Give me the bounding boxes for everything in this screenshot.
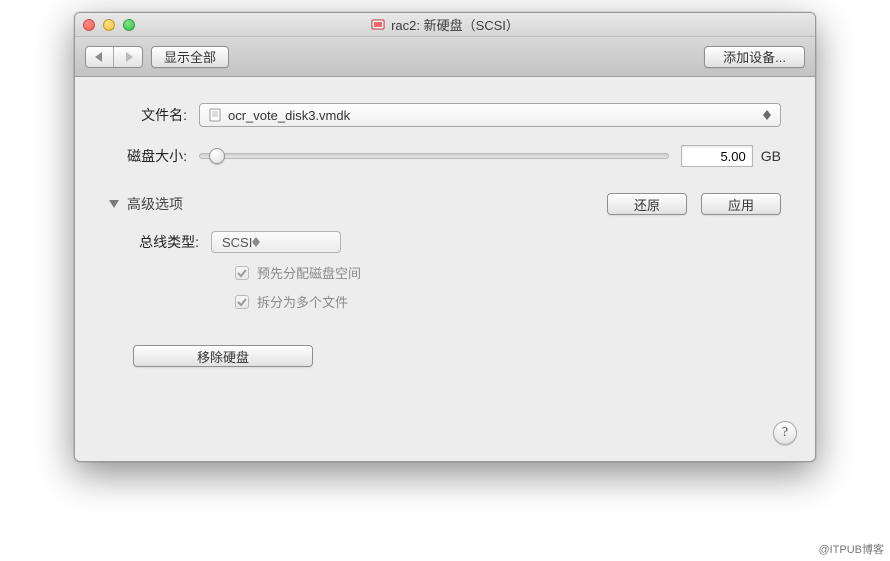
zoom-window-button[interactable] — [123, 19, 135, 31]
window-title: rac2: 新硬盘（SCSI） — [391, 15, 519, 34]
vm-icon — [371, 18, 385, 32]
remove-disk-button[interactable]: 移除硬盘 — [133, 345, 313, 367]
filename-dropdown[interactable]: ocr_vote_disk3.vmdk — [199, 103, 781, 127]
advanced-header: 高级选项 还原 应用 — [109, 193, 781, 215]
remove-disk-label: 移除硬盘 — [197, 347, 249, 366]
apply-label: 应用 — [728, 195, 754, 214]
preallocate-row: 预先分配磁盘空间 — [235, 263, 781, 282]
disk-size-row: 磁盘大小: GB — [109, 145, 781, 167]
watermark: @ITPUB博客 — [818, 541, 884, 557]
preallocate-checkbox[interactable] — [235, 266, 249, 280]
disk-size-label: 磁盘大小: — [109, 146, 199, 166]
show-all-label: 显示全部 — [164, 47, 216, 66]
apply-button[interactable]: 应用 — [701, 193, 781, 215]
show-all-button[interactable]: 显示全部 — [151, 46, 229, 68]
forward-button[interactable] — [114, 47, 142, 67]
filename-row: 文件名: ocr_vote_disk3.vmdk — [109, 103, 781, 127]
updown-icon — [760, 106, 774, 124]
help-label: ? — [782, 425, 788, 441]
remove-row: 移除硬盘 — [109, 345, 781, 367]
split-checkbox[interactable] — [235, 295, 249, 309]
disclosure-triangle-icon[interactable] — [109, 200, 119, 208]
disk-size-unit: GB — [761, 148, 781, 164]
bus-type-value: SCSI — [222, 235, 252, 250]
help-button[interactable]: ? — [773, 421, 797, 445]
restore-button[interactable]: 还原 — [607, 193, 687, 215]
slider-thumb[interactable] — [209, 148, 225, 164]
close-window-button[interactable] — [83, 19, 95, 31]
nav-segment — [85, 46, 143, 68]
updown-icon — [252, 237, 260, 247]
disk-size-slider[interactable] — [199, 153, 669, 159]
minimize-window-button[interactable] — [103, 19, 115, 31]
advanced-body: 总线类型: SCSI 预先分配磁盘空间 拆 — [109, 231, 781, 311]
add-device-label: 添加设备... — [723, 47, 786, 66]
advanced-title: 高级选项 — [127, 194, 183, 214]
settings-window: rac2: 新硬盘（SCSI） 显示全部 添加设备... 文件名: — [74, 12, 816, 462]
bus-type-select[interactable]: SCSI — [211, 231, 341, 253]
add-device-button[interactable]: 添加设备... — [704, 46, 805, 68]
toolbar: 显示全部 添加设备... — [75, 37, 815, 77]
split-label: 拆分为多个文件 — [257, 292, 348, 311]
disk-size-input[interactable] — [681, 145, 753, 167]
titlebar: rac2: 新硬盘（SCSI） — [75, 13, 815, 37]
file-icon — [208, 108, 222, 122]
bus-type-label: 总线类型: — [133, 232, 211, 252]
restore-label: 还原 — [634, 195, 660, 214]
back-button[interactable] — [86, 47, 114, 67]
window-controls — [83, 19, 135, 31]
split-row: 拆分为多个文件 — [235, 292, 781, 311]
filename-label: 文件名: — [109, 105, 199, 125]
content-area: 文件名: ocr_vote_disk3.vmdk — [75, 77, 815, 461]
filename-value: ocr_vote_disk3.vmdk — [228, 108, 350, 123]
preallocate-label: 预先分配磁盘空间 — [257, 263, 361, 282]
